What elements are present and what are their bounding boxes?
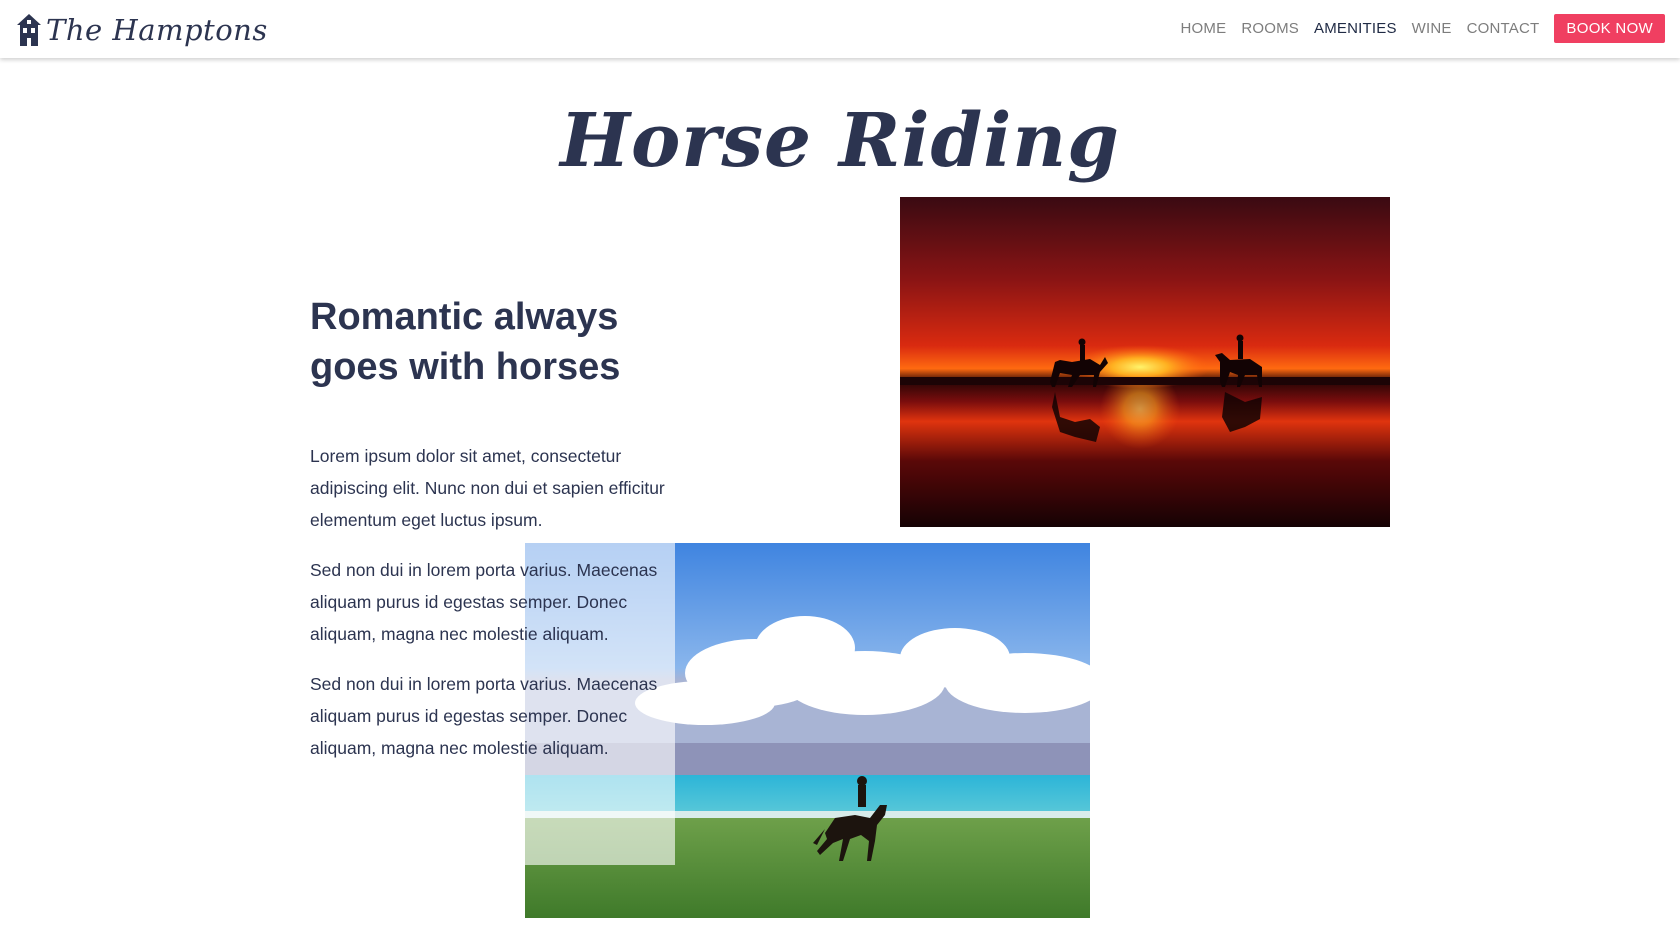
body-paragraph: Sed non dui in lorem porta varius. Maece… <box>310 560 658 644</box>
house-icon <box>17 14 41 46</box>
brand-logo[interactable]: The Hamptons <box>16 8 268 52</box>
nav-rooms[interactable]: ROOMS <box>1241 20 1299 37</box>
section-heading-line-2: goes with horses <box>310 346 621 388</box>
section-heading: Romantic always goes with horses <box>310 292 690 392</box>
site-header: The Hamptons HOME ROOMS AMENITIES WINE C… <box>0 0 1680 58</box>
page-title: Horse Riding <box>560 98 1120 184</box>
book-now-button[interactable]: BOOK NOW <box>1554 14 1665 43</box>
body-paragraph: Sed non dui in lorem porta varius. Maece… <box>310 674 658 758</box>
main-nav: HOME ROOMS AMENITIES WINE CONTACT BOOK N… <box>1166 14 1665 43</box>
body-paragraph: Lorem ipsum dolor sit amet, consectetur … <box>310 446 665 530</box>
section-heading-line-1: Romantic always <box>310 296 619 338</box>
nav-amenities[interactable]: AMENITIES <box>1314 20 1397 37</box>
nav-home[interactable]: HOME <box>1181 20 1227 37</box>
sunset-horse-riders-image <box>900 197 1390 527</box>
nav-wine[interactable]: WINE <box>1412 20 1452 37</box>
brand-name: The Hamptons <box>46 13 268 47</box>
nav-contact[interactable]: CONTACT <box>1467 20 1540 37</box>
